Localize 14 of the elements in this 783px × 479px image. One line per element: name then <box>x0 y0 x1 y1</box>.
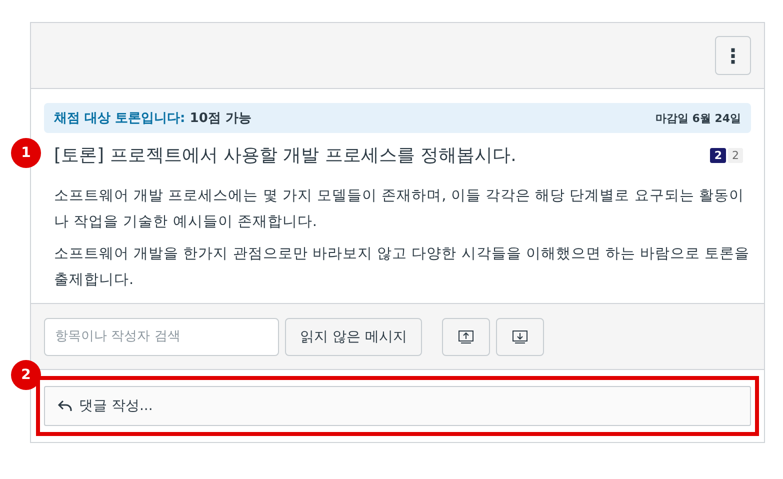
callout-badge: 1 <box>11 138 41 168</box>
unread-button[interactable]: 읽지 않은 메시지 <box>285 318 422 356</box>
topic-paragraph: 소프트웨어 개발을 한가지 관점으로만 바라보지 않고 다양한 시각들을 이해했으면 하는 바람으로 토론을 출제합니다. <box>54 245 751 290</box>
total-count: 2 <box>728 148 743 162</box>
topic-paragraph: 소프트웨어 개발 프로세스에는 몇 가지 모델들이 존재하며, 이들 각각은 해당 단계별로 요구되는 활동이나 작업을 기술한 예시들이 존재합니다. <box>54 187 745 232</box>
due-date: 마감일 6월 24일 <box>655 110 741 126</box>
callout-badge: 2 <box>11 360 41 390</box>
topic-title: [토론] 프로젝트에서 사용할 개발 프로세스를 정해봅시다. <box>54 144 516 167</box>
reply-button[interactable]: 댓글 작성... <box>44 386 751 426</box>
graded-label: 채점 대상 토론입니다: <box>54 111 186 126</box>
more-menu-button[interactable]: ⋮ <box>715 36 751 75</box>
search-field[interactable]: 항목이나 작성자 검색 <box>44 318 279 356</box>
unread-count: 2 <box>710 148 726 162</box>
points-text: 10점 가능 <box>190 111 252 126</box>
